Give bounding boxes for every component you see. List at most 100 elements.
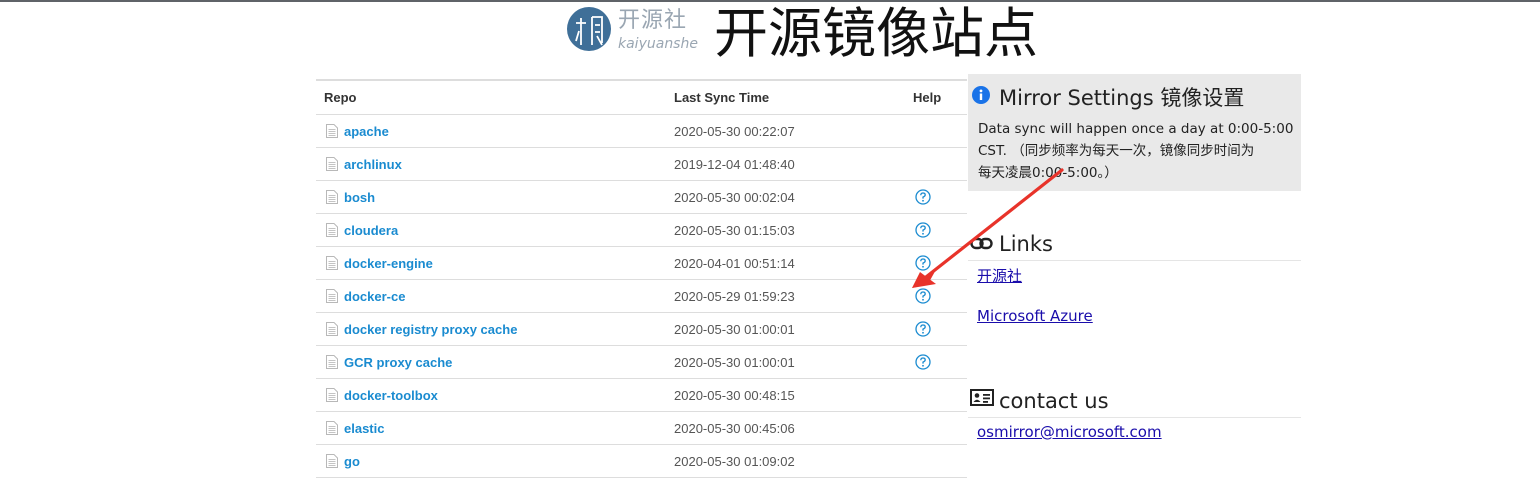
last-sync-time: 2020-05-30 01:09:02 [658,444,898,478]
last-sync-time: 2020-05-30 01:00:01 [658,345,898,379]
question-circle-icon[interactable] [915,288,931,304]
column-header-repo: Repo [316,79,658,115]
mirror-settings-panel: Mirror Settings 镜像设置 Data sync will happ… [968,74,1301,191]
repo-link[interactable]: archlinux [344,157,402,172]
column-header-last-sync: Last Sync Time [658,79,898,115]
link-kaiyuanshe[interactable]: 开源社 [977,265,1022,286]
file-icon [326,289,338,303]
last-sync-time: 2020-05-30 01:15:03 [658,213,898,247]
help-cell [898,279,967,313]
question-circle-icon[interactable] [915,222,931,238]
file-icon [326,388,338,402]
repo-link[interactable]: bosh [344,190,375,205]
repo-cell: docker-ce [316,279,658,313]
file-icon [326,355,338,369]
repo-table: Repo Last Sync Time Help apache 2020-05-3… [316,79,967,478]
file-icon [326,157,338,171]
table-row: go 2020-05-30 01:09:02 [316,444,967,478]
repo-link[interactable]: cloudera [344,223,398,238]
file-icon [326,223,338,237]
help-cell [898,147,967,181]
table-row: apache 2020-05-30 00:22:07 [316,114,967,148]
page-title: 开源镜像站点 [714,2,1038,65]
site-header: 开源社 kaiyuanshe 开源镜像站点 [560,2,1080,70]
repo-cell: elastic [316,411,658,445]
repo-link[interactable]: apache [344,124,389,139]
table-row: docker-engine 2020-04-01 00:51:14 [316,246,967,280]
help-cell [898,246,967,280]
question-circle-icon[interactable] [915,354,931,370]
file-icon [326,454,338,468]
link-icon [970,237,993,250]
mirror-settings-title: Mirror Settings 镜像设置 [999,86,1245,110]
table-header-row: Repo Last Sync Time Help [316,79,967,115]
file-icon [326,322,338,336]
repo-link[interactable]: GCR proxy cache [344,355,452,370]
repo-cell: docker-engine [316,246,658,280]
settings-line: 每天凌晨0:00-5:00。） [978,165,1118,181]
repo-cell: docker-toolbox [316,378,658,412]
last-sync-time: 2020-05-30 00:02:04 [658,180,898,214]
help-cell [898,444,967,478]
table-row: GCR proxy cache 2020-05-30 01:00:01 [316,345,967,379]
question-circle-icon[interactable] [915,189,931,205]
last-sync-time: 2019-12-04 01:48:40 [658,147,898,181]
repo-cell: archlinux [316,147,658,181]
question-circle-icon[interactable] [915,321,931,337]
table-row: docker-ce 2020-05-29 01:59:23 [316,279,967,313]
help-cell [898,180,967,214]
contact-section-header: contact us [968,385,1301,418]
table-row: docker-toolbox 2020-05-30 00:48:15 [316,378,967,412]
file-icon [326,190,338,204]
logo-text-en: kaiyuanshe [618,36,698,52]
repo-link[interactable]: docker registry proxy cache [344,322,517,337]
file-icon [326,256,338,270]
help-cell [898,378,967,412]
repo-table-container: Repo Last Sync Time Help apache 2020-05-3… [316,79,967,484]
address-card-icon [970,389,994,406]
links-section-header: Links [968,228,1301,261]
repo-table-body: apache 2020-05-30 00:22:07 archlinux 2019-1… [316,114,967,478]
last-sync-time: 2020-05-30 00:45:06 [658,411,898,445]
contact-email-link[interactable]: osmirror@microsoft.com [977,423,1162,441]
info-circle-icon [972,86,990,104]
link-microsoft-azure[interactable]: Microsoft Azure [977,307,1093,325]
repo-cell: go [316,444,658,478]
column-header-help: Help [898,79,967,115]
last-sync-time: 2020-05-30 00:48:15 [658,378,898,412]
repo-cell: docker registry proxy cache [316,312,658,346]
links-title: Links [999,232,1053,256]
file-icon [326,421,338,435]
file-icon [326,124,338,138]
settings-line: CST. （同步频率为每天一次，镜像同步时间为 [978,143,1255,159]
last-sync-time: 2020-05-30 01:00:01 [658,312,898,346]
help-cell [898,213,967,247]
help-cell [898,411,967,445]
repo-link[interactable]: docker-ce [344,289,405,304]
repo-link[interactable]: go [344,454,360,469]
table-row: bosh 2020-05-30 00:02:04 [316,180,967,214]
last-sync-time: 2020-04-01 00:51:14 [658,246,898,280]
repo-cell: bosh [316,180,658,214]
help-cell [898,345,967,379]
help-cell [898,312,967,346]
repo-cell: apache [316,114,658,148]
mirror-settings-description: Data sync will happen once a day at 0:00… [978,118,1300,184]
repo-link[interactable]: docker-engine [344,256,433,271]
repo-cell: cloudera [316,213,658,247]
contact-title: contact us [999,389,1109,413]
question-circle-icon[interactable] [915,255,931,271]
repo-link[interactable]: elastic [344,421,384,436]
table-row: cloudera 2020-05-30 01:15:03 [316,213,967,247]
help-cell [898,114,967,148]
repo-link[interactable]: docker-toolbox [344,388,438,403]
table-row: docker registry proxy cache 2020-05-30 01… [316,312,967,346]
table-row: archlinux 2019-12-04 01:48:40 [316,147,967,181]
table-row: elastic 2020-05-30 00:45:06 [316,411,967,445]
last-sync-time: 2020-05-30 00:22:07 [658,114,898,148]
last-sync-time: 2020-05-29 01:59:23 [658,279,898,313]
logo-text-cn: 开源社 [618,8,688,33]
settings-line: Data sync will happen once a day at 0:00… [978,121,1294,137]
repo-cell: GCR proxy cache [316,345,658,379]
kaiyuanshe-logo-icon [567,7,611,51]
